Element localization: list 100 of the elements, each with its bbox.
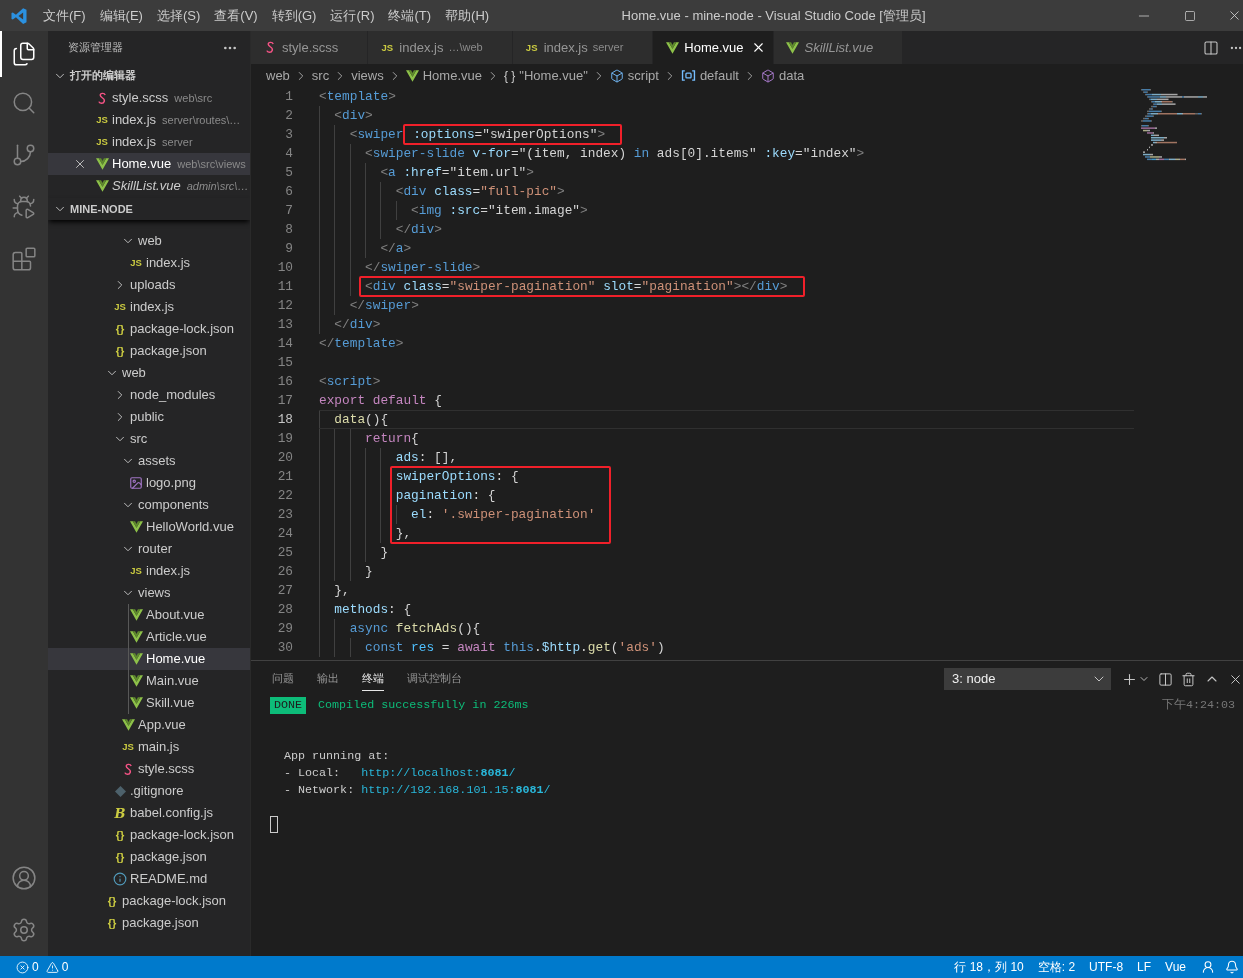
terminal-line: App running at: <box>284 747 390 765</box>
tree-item[interactable]: Home.vue <box>48 648 250 670</box>
tree-item[interactable]: {} package.json <box>48 340 250 362</box>
breadcrumb-item[interactable]: views <box>351 65 384 86</box>
status-item[interactable]: LF <box>1130 958 1159 976</box>
file-path: server <box>162 134 193 150</box>
editor-tab[interactable]: JS index.js server <box>512 31 654 64</box>
line-number: 11 <box>276 279 293 294</box>
tree-item[interactable]: uploads <box>48 274 250 296</box>
panel-tab[interactable]: 问题 <box>272 667 294 691</box>
tree-item[interactable]: web <box>48 362 250 384</box>
tree-item[interactable]: assets <box>48 450 250 472</box>
tree-item[interactable]: node_modules <box>48 384 250 406</box>
tree-item[interactable]: Skill.vue <box>48 692 250 714</box>
bug-play-icon <box>11 194 37 220</box>
open-editor-item[interactable]: style.scss web\src <box>48 87 250 109</box>
panel-tab[interactable]: 终端 <box>362 667 384 691</box>
line-number: 14 <box>276 336 293 351</box>
menu-item[interactable]: 运行(R) <box>323 5 382 26</box>
breadcrumb-item[interactable]: Home.vue <box>422 65 482 86</box>
tree-item[interactable]: JS index.js <box>48 296 250 318</box>
breadcrumb-item[interactable]: web <box>266 65 290 86</box>
line-number: 8 <box>284 222 293 237</box>
person-icon[interactable] <box>1201 960 1215 974</box>
tree-item[interactable]: views <box>48 582 250 604</box>
tree-item[interactable]: router <box>48 538 250 560</box>
menu-item[interactable]: 查看(V) <box>207 5 265 26</box>
open-editor-item[interactable]: Home.vue web\src\views <box>48 153 250 175</box>
vue-icon <box>95 180 109 192</box>
status-item[interactable]: 行 18，列 10 <box>947 958 1031 976</box>
tree-item[interactable]: {} package-lock.json <box>48 318 250 340</box>
tree-item[interactable]: .gitignore <box>48 780 250 802</box>
code-line: </div> <box>334 317 381 332</box>
terminal-cursor <box>270 816 278 833</box>
breadcrumb-item[interactable]: data <box>778 65 805 86</box>
open-editor-item[interactable]: JS index.js server\routes\… <box>48 109 250 131</box>
tree-item[interactable]: src <box>48 428 250 450</box>
code-line: <img :src="item.image"> <box>411 203 588 218</box>
breadcrumb-item[interactable]: "Home.vue" <box>519 65 588 86</box>
tree-item[interactable]: README.md <box>48 868 250 890</box>
tree-item[interactable]: web <box>48 230 250 252</box>
editor-tab[interactable]: SkillList.vue <box>773 31 904 64</box>
open-editor-item[interactable]: JS index.js server <box>48 131 250 153</box>
panel-tab[interactable]: 输出 <box>317 667 339 691</box>
line-number: 22 <box>276 488 293 503</box>
tree-item[interactable]: B babel.config.js <box>48 802 250 824</box>
tree-item[interactable]: {} package.json <box>48 846 250 868</box>
menu-item[interactable]: 帮助(H) <box>438 5 497 26</box>
tree-item[interactable]: {} package-lock.json <box>48 890 250 912</box>
split-editor-icon[interactable] <box>1203 39 1219 56</box>
code-line: <script> <box>319 374 381 389</box>
status-item[interactable]: 空格: 2 <box>1030 958 1083 976</box>
tree-item[interactable]: Main.vue <box>48 670 250 692</box>
url-link[interactable]: http://localhost:8081/ <box>361 765 516 780</box>
editor-tab[interactable]: JS index.js …\web <box>368 31 513 64</box>
tree-item[interactable]: JS main.js <box>48 736 250 758</box>
section-header[interactable]: 打开的编辑器 <box>48 64 250 87</box>
editor-tab[interactable]: style.scss <box>251 31 369 64</box>
maximize-icon[interactable] <box>1184 9 1196 22</box>
tree-item[interactable]: JS index.js <box>48 252 250 274</box>
menu-item[interactable]: 终端(T) <box>381 5 439 26</box>
status-item[interactable]: UTF-8 <box>1082 958 1131 976</box>
tree-item[interactable]: About.vue <box>48 604 250 626</box>
vue-icon <box>665 41 679 54</box>
line-number: 12 <box>276 298 293 313</box>
panel-tab[interactable]: 调试控制台 <box>407 667 462 691</box>
problems-status[interactable]: 0 0 <box>12 958 73 976</box>
js-file-icon: JS <box>114 302 126 312</box>
section-header[interactable]: MINE-NODE <box>48 198 250 220</box>
tree-item[interactable]: public <box>48 406 250 428</box>
editor-tab[interactable]: Home.vue <box>653 31 774 64</box>
terminal-select[interactable]: 3: node <box>944 668 1111 690</box>
breadcrumb-item[interactable]: src <box>311 65 330 86</box>
tree-item[interactable]: App.vue <box>48 714 250 736</box>
menu-item[interactable]: 转到(G) <box>264 5 324 26</box>
trash-icon[interactable] <box>1181 671 1196 687</box>
bell-icon[interactable] <box>1225 960 1239 974</box>
code-line: } <box>380 545 389 560</box>
open-editor-item[interactable]: SkillList.vue admin\src\… <box>48 175 250 197</box>
tree-item[interactable]: {} package.json <box>48 912 250 934</box>
tree-item[interactable]: style.scss <box>48 758 250 780</box>
breadcrumb-item[interactable]: default <box>699 65 739 86</box>
breadcrumb-item[interactable]: script <box>627 65 659 86</box>
status-item[interactable]: Vue <box>1158 958 1193 976</box>
code-line: <div> <box>334 108 373 123</box>
tree-item[interactable]: logo.png <box>48 472 250 494</box>
menu-item[interactable]: 文件(F) <box>36 5 93 26</box>
tree-item[interactable]: JS index.js <box>48 560 250 582</box>
tree-item[interactable]: {} package-lock.json <box>48 824 250 846</box>
tree-item[interactable]: Article.vue <box>48 626 250 648</box>
url-link[interactable]: http://192.168.101.15:8081/ <box>361 782 551 797</box>
close-icon[interactable] <box>73 157 87 171</box>
branch-icon <box>11 142 37 168</box>
terminal-line: - Local: http://localhost:8081/ <box>284 764 516 782</box>
menu-item[interactable]: 编辑(E) <box>92 5 150 26</box>
minimap-drawing <box>1141 89 1207 161</box>
tree-item[interactable]: HelloWorld.vue <box>48 516 250 538</box>
menu-item[interactable]: 选择(S) <box>149 5 208 26</box>
tree-item[interactable]: components <box>48 494 250 516</box>
split-terminal-icon[interactable] <box>1158 671 1173 687</box>
